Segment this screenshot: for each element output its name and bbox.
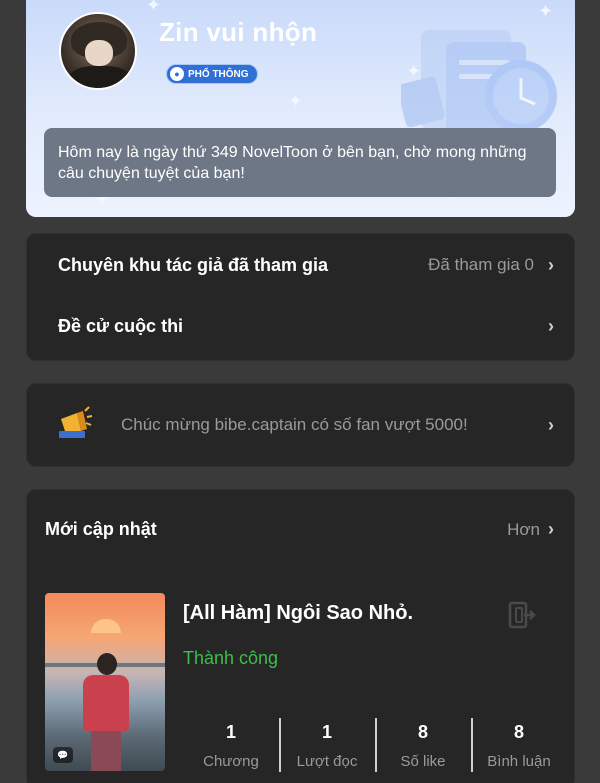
stat-value: 8 (513, 722, 524, 742)
welcome-message: Hôm nay là ngày thứ 349 NovelToon ở bên … (44, 128, 556, 197)
book-title[interactable]: [All Hàm] Ngôi Sao Nhỏ. (183, 602, 413, 625)
stat-comments: 8 Bình luận (471, 718, 567, 774)
stat-value: 1 (321, 722, 332, 742)
megaphone-icon (59, 406, 93, 438)
menu-item-label: Đề cử cuộc thi (58, 315, 184, 336)
username: Zin vui nhộn (159, 17, 318, 47)
recent-updates-section: Mới cập nhật Hơn › 💬 [All Hàm] Ngôi Sao … (26, 489, 575, 783)
sparkle-decoration: ✦ (146, 0, 162, 15)
stat-label: Số like (400, 753, 446, 770)
book-cover[interactable]: 💬 (45, 593, 165, 771)
book-stats: 1 Chương 1 Lượt đọc 8 Số like 8 Bình luậ… (183, 718, 567, 774)
stat-value: 8 (417, 722, 428, 742)
drop-icon: ● (170, 67, 184, 81)
announcement-banner[interactable]: Chúc mừng bibe.captain có số fan vượt 50… (26, 383, 575, 467)
chevron-right-icon: › (548, 254, 554, 275)
comment-icon: 💬 (53, 747, 73, 763)
stat-label: Lượt đọc (296, 753, 358, 770)
more-label: Hơn (507, 519, 540, 539)
sparkle-decoration: ✦ (538, 1, 554, 21)
chevron-right-icon: › (548, 414, 554, 435)
more-button[interactable]: Hơn › (507, 519, 554, 540)
chevron-right-icon: › (548, 315, 554, 336)
stat-value: 1 (225, 722, 236, 742)
stat-label: Chương (203, 753, 259, 770)
calendar-clock-icon (401, 30, 557, 134)
avatar[interactable] (59, 12, 137, 90)
chevron-right-icon: › (548, 519, 554, 539)
sparkle-decoration: ✦ (288, 91, 304, 111)
publish-status: Thành công (183, 648, 279, 668)
section-title: Mới cập nhật (45, 519, 157, 539)
menu-item-label: Chuyên khu tác giả đã tham gia (58, 254, 329, 275)
stat-chapters: 1 Chương (183, 718, 279, 774)
exit-icon[interactable] (506, 600, 536, 630)
menu-item-contest-nomination[interactable]: Đề cử cuộc thi › (27, 298, 574, 354)
membership-badge: ● PHỔ THÔNG (166, 64, 258, 84)
stat-likes: 8 Số like (375, 718, 471, 774)
announcement-text: Chúc mừng bibe.captain có số fan vượt 50… (121, 415, 468, 434)
menu-item-value: Đã tham gia 0 (428, 255, 534, 274)
badge-label: PHỔ THÔNG (188, 68, 249, 80)
menu-item-joined-zones[interactable]: Chuyên khu tác giả đã tham gia Đã tham g… (27, 237, 574, 293)
stat-reads: 1 Lượt đọc (279, 718, 375, 774)
menu-card: Chuyên khu tác giả đã tham gia Đã tham g… (26, 233, 575, 361)
stat-label: Bình luận (487, 753, 551, 770)
profile-header: ✦ ✦ ✦ ✦ ✦ ✦ Zin vui nhộn ● PHỔ THÔNG Hôm… (26, 0, 575, 217)
